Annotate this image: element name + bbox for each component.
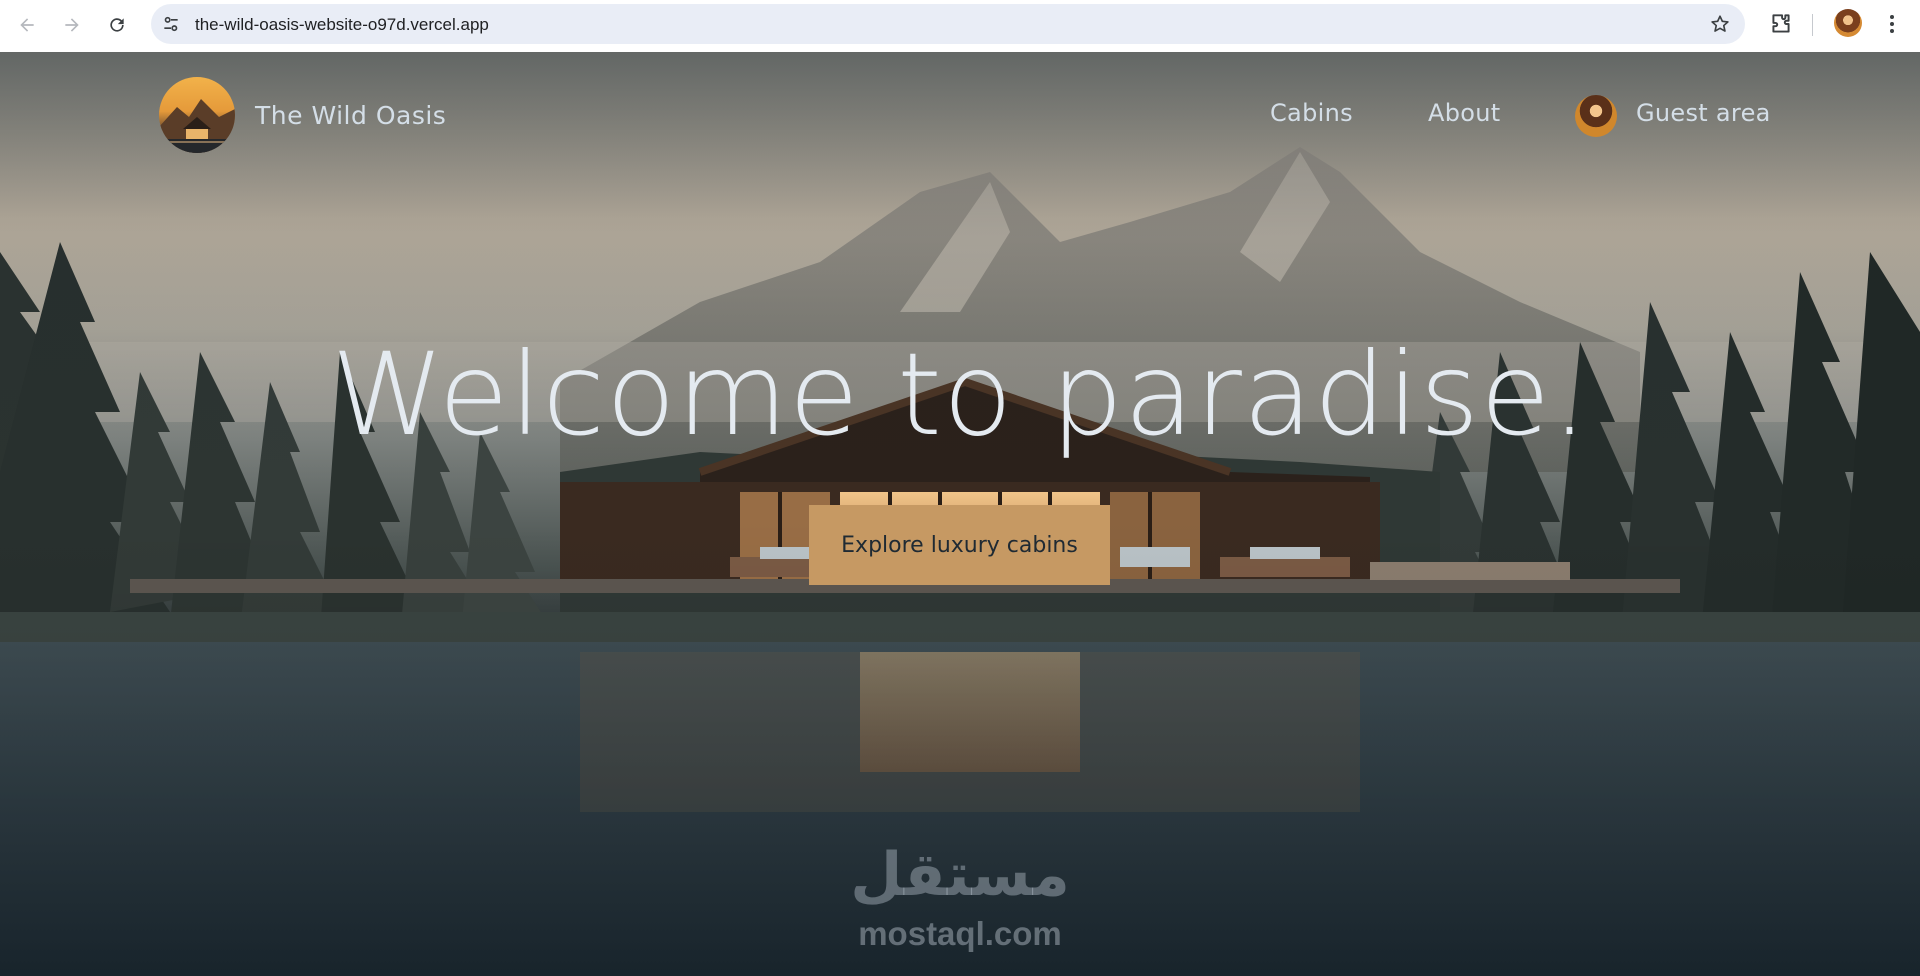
explore-cabins-button[interactable]: Explore luxury cabins (809, 505, 1110, 585)
kebab-menu-icon[interactable] (1880, 12, 1904, 36)
reload-icon (110, 18, 124, 32)
hero-headline: Welcome to paradise. (331, 328, 1589, 461)
brand-name: The Wild Oasis (255, 100, 447, 130)
forward-button[interactable] (57, 10, 87, 40)
profile-avatar[interactable] (1834, 9, 1862, 37)
arrow-back-icon (20, 18, 34, 32)
tune-icon[interactable] (161, 14, 181, 34)
nav-cabins-link[interactable]: Cabins (1270, 99, 1353, 127)
nav-guest-area-link[interactable]: Guest area (1636, 99, 1771, 127)
star-icon[interactable] (1709, 13, 1731, 35)
back-button[interactable] (12, 10, 42, 40)
guest-avatar[interactable] (1575, 95, 1617, 137)
puzzle-icon[interactable] (1768, 11, 1794, 37)
browser-toolbar: the-wild-oasis-website-o97d.vercel.app (0, 0, 1920, 52)
nav-about-link[interactable]: About (1428, 99, 1500, 127)
logo-icon (159, 77, 235, 153)
toolbar-divider (1812, 14, 1813, 36)
address-bar[interactable]: the-wild-oasis-website-o97d.vercel.app (151, 4, 1745, 44)
reload-button[interactable] (102, 10, 132, 40)
watermark-text: mostaql.com (858, 915, 1062, 952)
arrow-forward-icon (65, 18, 79, 32)
brand-link[interactable]: The Wild Oasis (159, 77, 446, 153)
watermark-logo: مستقل (850, 840, 1070, 910)
url-text[interactable]: the-wild-oasis-website-o97d.vercel.app (195, 15, 489, 35)
